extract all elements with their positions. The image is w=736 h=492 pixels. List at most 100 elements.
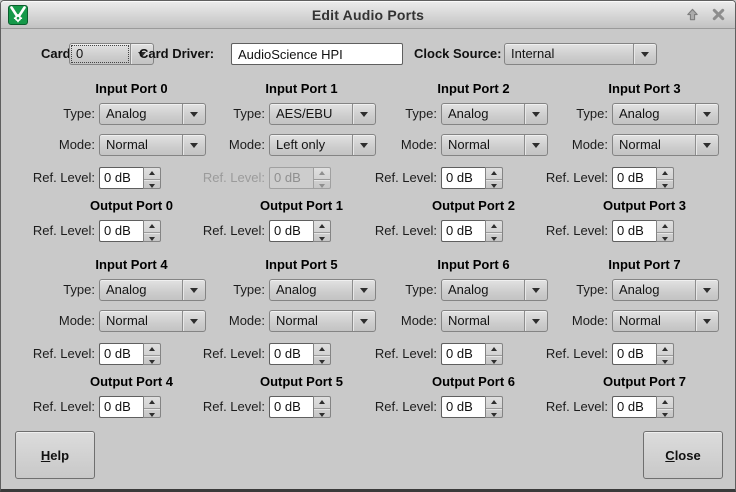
port-column-1: Input Port 1 Type: AES/EBU Mode: Left on… [179, 81, 376, 251]
ref-level-label: Ref. Level: [522, 167, 608, 189]
spin-down-button[interactable] [657, 233, 673, 244]
input-port-header: Input Port 7 [522, 257, 719, 272]
ref-level-label: Ref. Level: [351, 167, 437, 189]
port-column-3: Input Port 3 Type: Analog Mode: Normal R… [522, 81, 719, 251]
app-icon [8, 5, 28, 25]
type-label: Type: [522, 279, 608, 301]
ref-level-spinner[interactable]: 0 dB [99, 167, 161, 189]
spin-up-button[interactable] [486, 168, 502, 180]
ref-level-label: Ref. Level: [351, 343, 437, 365]
ref-level-spinner[interactable]: 0 dB [612, 343, 674, 365]
spin-down-button[interactable] [144, 233, 160, 244]
spin-up-button[interactable] [486, 344, 502, 356]
spin-down-button[interactable] [486, 409, 502, 420]
spin-down-button[interactable] [486, 233, 502, 244]
card-driver-input[interactable] [231, 43, 403, 65]
type-label: Type: [179, 103, 265, 125]
port-column-6: Input Port 6 Type: Analog Mode: Normal R… [351, 257, 548, 427]
edit-audio-ports-dialog: Edit Audio Ports Card: 0 Card Driver: Cl… [0, 0, 736, 492]
input-port-header: Input Port 2 [351, 81, 548, 96]
spin-up-button[interactable] [144, 221, 160, 233]
spin-up-button[interactable] [657, 221, 673, 233]
port-column-0: Input Port 0 Type: Analog Mode: Normal R… [9, 81, 206, 251]
mode-label: Mode: [522, 310, 608, 332]
spin-down-button [314, 180, 330, 191]
ref-level-label: Ref. Level: [9, 167, 95, 189]
ref-level-label: Ref. Level: [351, 396, 437, 418]
spin-up-button[interactable] [314, 221, 330, 233]
ref-level-spinner[interactable]: 0 dB [441, 220, 503, 242]
mode-label: Mode: [351, 310, 437, 332]
spin-down-button[interactable] [144, 409, 160, 420]
spin-up-button[interactable] [486, 397, 502, 409]
spin-down-button[interactable] [144, 356, 160, 367]
spin-down-button[interactable] [314, 356, 330, 367]
ref-level-spinner[interactable]: 0 dB [99, 220, 161, 242]
ref-level-label: Ref. Level: [9, 343, 95, 365]
spin-up-button[interactable] [657, 397, 673, 409]
spin-up-button[interactable] [144, 397, 160, 409]
spin-up-button[interactable] [314, 344, 330, 356]
chevron-down-icon [633, 44, 656, 64]
rollup-window-button[interactable] [683, 5, 701, 23]
ref-level-spinner[interactable]: 0 dB [269, 343, 331, 365]
ref-level-spinner[interactable]: 0 dB [441, 396, 503, 418]
input-port-header: Input Port 4 [9, 257, 206, 272]
spin-up-button[interactable] [144, 344, 160, 356]
ref-level-spinner[interactable]: 0 dB [99, 343, 161, 365]
chevron-down-icon [695, 135, 718, 155]
ref-level-spinner[interactable]: 0 dB [269, 396, 331, 418]
input-mode-select[interactable]: Normal [612, 134, 719, 156]
ref-level-label: Ref. Level: [522, 343, 608, 365]
output-port-header: Output Port 6 [351, 374, 548, 389]
port-column-2: Input Port 2 Type: Analog Mode: Normal R… [351, 81, 548, 251]
spin-down-button[interactable] [144, 180, 160, 191]
spin-up-button[interactable] [314, 397, 330, 409]
output-port-header: Output Port 5 [179, 374, 376, 389]
spin-up-button[interactable] [657, 168, 673, 180]
spin-down-button[interactable] [657, 180, 673, 191]
type-label: Type: [9, 279, 95, 301]
ref-level-label: Ref. Level: [351, 220, 437, 242]
spin-up-button [314, 168, 330, 180]
ref-level-label: Ref. Level: [179, 343, 265, 365]
help-button[interactable]: Help [15, 431, 95, 479]
chevron-down-icon [695, 104, 718, 124]
input-port-header: Input Port 1 [179, 81, 376, 96]
ref-level-label: Ref. Level: [522, 396, 608, 418]
spin-down-button[interactable] [657, 409, 673, 420]
input-port-header: Input Port 3 [522, 81, 719, 96]
input-type-select[interactable]: Analog [612, 103, 719, 125]
mode-label: Mode: [351, 134, 437, 156]
ref-level-spinner[interactable]: 0 dB [269, 220, 331, 242]
input-port-header: Input Port 0 [9, 81, 206, 96]
spin-down-button[interactable] [314, 233, 330, 244]
type-label: Type: [9, 103, 95, 125]
close-window-icon[interactable] [709, 5, 727, 23]
clock-source-select[interactable]: Internal [504, 43, 657, 65]
ref-level-spinner[interactable]: 0 dB [612, 167, 674, 189]
ref-level-label: Ref. Level: [179, 167, 265, 189]
ref-level-spinner[interactable]: 0 dB [612, 220, 674, 242]
spin-down-button[interactable] [314, 409, 330, 420]
spin-up-button[interactable] [486, 221, 502, 233]
input-mode-select[interactable]: Normal [612, 310, 719, 332]
close-button[interactable]: Close [643, 431, 723, 479]
spin-up-button[interactable] [144, 168, 160, 180]
input-type-select[interactable]: Analog [612, 279, 719, 301]
ref-level-spinner[interactable]: 0 dB [612, 396, 674, 418]
spin-up-button[interactable] [657, 344, 673, 356]
port-column-5: Input Port 5 Type: Analog Mode: Normal R… [179, 257, 376, 427]
spin-down-button[interactable] [486, 356, 502, 367]
ref-level-spinner[interactable]: 0 dB [441, 343, 503, 365]
spin-down-button[interactable] [486, 180, 502, 191]
input-port-header: Input Port 5 [179, 257, 376, 272]
ref-level-spinner[interactable]: 0 dB [99, 396, 161, 418]
spin-down-button[interactable] [657, 356, 673, 367]
port-column-4: Input Port 4 Type: Analog Mode: Normal R… [9, 257, 206, 427]
port-column-7: Input Port 7 Type: Analog Mode: Normal R… [522, 257, 719, 427]
type-label: Type: [522, 103, 608, 125]
mode-label: Mode: [179, 310, 265, 332]
ref-level-spinner[interactable]: 0 dB [441, 167, 503, 189]
titlebar[interactable]: Edit Audio Ports [1, 1, 735, 29]
